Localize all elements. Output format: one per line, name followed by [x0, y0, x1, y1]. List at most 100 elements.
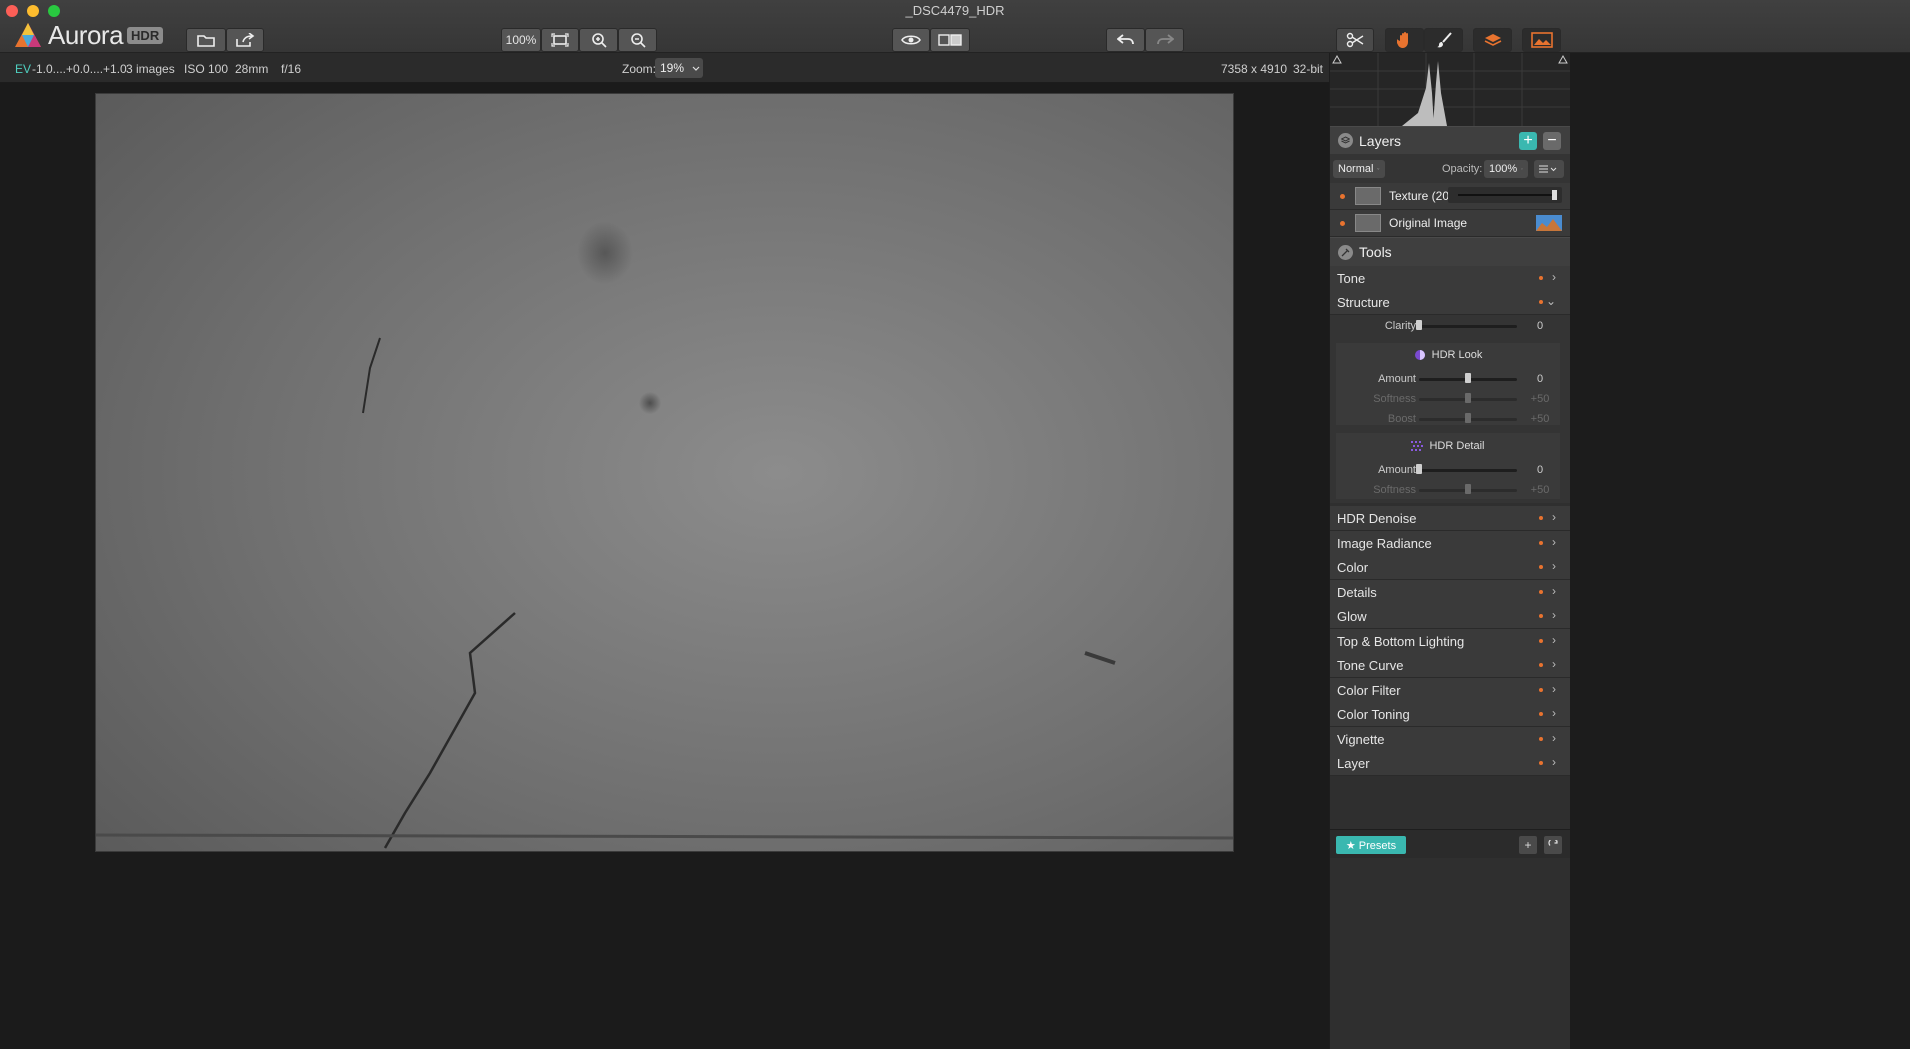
- layer-visibility-dot[interactable]: [1340, 220, 1345, 226]
- chevron-right-icon: ›: [1552, 270, 1556, 284]
- layer-item[interactable]: Texture (20 c: [1330, 183, 1570, 210]
- photo-preview[interactable]: [95, 93, 1234, 852]
- tool-label: Top & Bottom Lighting: [1337, 633, 1465, 649]
- boost-knob[interactable]: [1465, 413, 1471, 423]
- layer-visibility-dot[interactable]: [1340, 193, 1345, 199]
- opacity-slider-track: [1458, 194, 1554, 196]
- hand-tool-button[interactable]: [1385, 28, 1424, 52]
- amount-knob[interactable]: [1465, 373, 1471, 383]
- opacity-value: 100%: [1489, 163, 1518, 175]
- right-panel: Layers + − Normal Opacity: 100% Texture …: [1329, 53, 1910, 1049]
- zoom-select-value: 19%: [660, 61, 685, 75]
- boost-slider-row[interactable]: Boost +50: [1330, 410, 1560, 428]
- aurora-logo-icon: [15, 23, 41, 47]
- detail-softness-slider-row[interactable]: Softness +50: [1330, 481, 1560, 499]
- detail-softness-knob[interactable]: [1465, 484, 1471, 494]
- image-icon: [1530, 32, 1553, 48]
- tool-image-radiance[interactable]: Image Radiance ›: [1330, 531, 1570, 556]
- undo-button[interactable]: [1106, 28, 1145, 52]
- layers-section-icon: [1338, 133, 1353, 148]
- softness-label: Softness: [1373, 393, 1416, 405]
- layers-toggle-button[interactable]: [1473, 28, 1512, 52]
- tool-tone-curve[interactable]: Tone Curve ›: [1330, 653, 1570, 678]
- tool-hdr-denoise[interactable]: HDR Denoise ›: [1330, 506, 1570, 531]
- tool-label: Layer: [1337, 755, 1370, 771]
- clarity-slider-row[interactable]: Clarity 0: [1330, 317, 1560, 335]
- layer-item[interactable]: Original Image: [1330, 210, 1570, 237]
- tool-glow[interactable]: Glow ›: [1330, 604, 1570, 629]
- layer-thumbnail: [1355, 187, 1381, 205]
- zoom-out-button[interactable]: [618, 28, 657, 52]
- image-panel-button[interactable]: [1522, 28, 1561, 52]
- remove-layer-button[interactable]: −: [1543, 132, 1561, 150]
- compare-icon: [938, 34, 962, 46]
- canvas-area[interactable]: [0, 83, 1329, 1049]
- zoom-in-button[interactable]: [579, 28, 618, 52]
- focal-length: 28mm: [235, 62, 269, 76]
- tool-status-dot: [1539, 688, 1543, 692]
- detail-amount-slider-row[interactable]: Amount 0: [1330, 461, 1560, 479]
- blend-mode-select[interactable]: Normal: [1333, 160, 1385, 178]
- histogram-graph: [1330, 53, 1570, 126]
- presets-button[interactable]: ★ Presets: [1336, 836, 1406, 854]
- info-bar: EV -1.0....+0.0....+1.0 3 images ISO 100…: [0, 53, 1329, 83]
- tool-vignette[interactable]: Vignette ›: [1330, 727, 1570, 752]
- zoom-in-icon: [591, 33, 607, 48]
- zoom-out-icon: [630, 33, 646, 48]
- share-button[interactable]: [226, 28, 264, 52]
- add-layer-button[interactable]: +: [1519, 132, 1537, 150]
- softness-slider-row[interactable]: Softness +50: [1330, 390, 1560, 408]
- chevron-down-icon: ⌄: [1545, 294, 1556, 308]
- detail-amount-knob[interactable]: [1416, 464, 1422, 474]
- hdr-detail-header: HDR Detail: [1336, 436, 1560, 456]
- histogram: [1330, 53, 1570, 126]
- blend-mode-value: Normal: [1338, 163, 1374, 175]
- brush-tool-button[interactable]: [1424, 28, 1463, 52]
- refresh-button[interactable]: [1544, 836, 1562, 854]
- tool-status-dot: [1539, 614, 1543, 618]
- tool-layer[interactable]: Layer ›: [1330, 751, 1570, 776]
- tool-tone[interactable]: Tone ›: [1330, 266, 1570, 291]
- preview-button[interactable]: [892, 28, 930, 52]
- image-dimensions: 7358 x 4910: [1221, 62, 1288, 76]
- chevron-right-icon: ›: [1552, 559, 1556, 573]
- amount-value: 0: [1536, 373, 1544, 385]
- clarity-knob[interactable]: [1416, 320, 1422, 330]
- tool-color-filter[interactable]: Color Filter ›: [1330, 678, 1570, 703]
- open-button[interactable]: [186, 28, 226, 52]
- opacity-slider-knob[interactable]: [1552, 190, 1557, 200]
- add-preset-button[interactable]: +: [1519, 836, 1537, 854]
- hdr-detail-icon: [1411, 441, 1424, 451]
- fit-screen-button[interactable]: [541, 28, 579, 52]
- opacity-select[interactable]: 100%: [1484, 160, 1528, 178]
- layer-menu-button[interactable]: [1534, 160, 1564, 178]
- layer-name: Original Image: [1389, 216, 1468, 230]
- zoom-select[interactable]: 19%: [655, 58, 703, 78]
- tool-color-toning[interactable]: Color Toning ›: [1330, 702, 1570, 727]
- tool-status-dot: [1539, 761, 1543, 765]
- detail-amount-track[interactable]: [1419, 469, 1517, 472]
- tool-top-bottom-lighting[interactable]: Top & Bottom Lighting ›: [1330, 629, 1570, 654]
- hdr-detail-title: HDR Detail: [1429, 440, 1485, 452]
- tool-label: Structure: [1337, 294, 1390, 310]
- compare-button[interactable]: [930, 28, 970, 52]
- concrete-texture-image: [95, 93, 1234, 852]
- softness-knob[interactable]: [1465, 393, 1471, 403]
- tool-label: Vignette: [1337, 731, 1385, 747]
- amount-slider-row[interactable]: Amount 0: [1330, 370, 1560, 388]
- folder-icon: [197, 35, 215, 47]
- layers-header: Layers + −: [1330, 126, 1570, 155]
- chevron-right-icon: ›: [1552, 608, 1556, 622]
- tool-color[interactable]: Color ›: [1330, 555, 1570, 580]
- clarity-track[interactable]: [1419, 325, 1517, 328]
- tools-title: Tools: [1359, 244, 1392, 260]
- opacity-slider-popup[interactable]: [1448, 187, 1562, 203]
- detail-amount-value: 0: [1536, 464, 1544, 476]
- clarity-value: 0: [1536, 320, 1544, 332]
- tool-details[interactable]: Details ›: [1330, 580, 1570, 605]
- tool-structure[interactable]: Structure ⌄: [1330, 290, 1570, 315]
- crop-button[interactable]: [1336, 28, 1374, 52]
- redo-button[interactable]: [1145, 28, 1184, 52]
- zoom-100-button[interactable]: 100%: [501, 28, 541, 52]
- window-title: _DSC4479_HDR: [905, 3, 1005, 18]
